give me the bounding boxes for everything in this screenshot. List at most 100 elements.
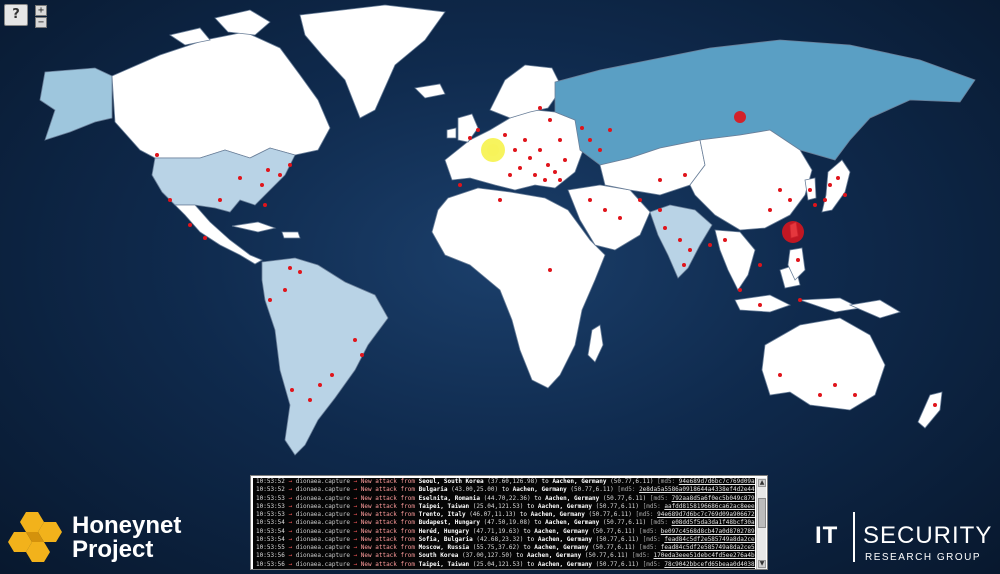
help-button[interactable]: ? [4,4,28,26]
log-from-coord: (25.04,121.53) [472,560,524,568]
log-time: 10:53:54 [256,535,285,543]
log-to-coord: (50.77,6.11) [584,552,629,560]
log-line: 10:53:56 → dionaea.capture → New attack … [253,552,755,560]
alaska [39,67,113,141]
honeynet-logo: Honeynet Project [8,510,181,566]
log-from: Sofia, Bulgaria [418,535,473,543]
log-label: New attack from [360,486,415,494]
log-line: 10:53:54 → dionaea.capture → New attack … [253,536,755,544]
log-hash[interactable]: 792aa8d5a6f0ec5b049c879 [672,495,755,502]
log-from-coord: (37.00,127.50) [461,552,513,560]
log-time: 10:53:56 [256,552,285,560]
log-label: New attack from [360,527,415,535]
log-hash[interactable]: 78c9042bbcefd65beaa0d4038e [664,561,755,568]
log-source: dionaea.capture [295,486,350,494]
honeynet-title-line2: Project [72,536,154,563]
source-marker-novosibirsk [734,111,746,123]
log-to-coord: (50.77,6.11) [595,560,640,568]
log-from: Eselnita, Romania [418,494,481,502]
log-hash[interactable]: 94e689d7d6bc7c769d09a9066721 [657,511,755,518]
log-to-coord: (50.77,6.11) [602,519,647,527]
log-source: dionaea.capture [295,552,350,560]
log-label: New attack from [360,560,415,568]
log-hash[interactable]: aafdd8158196686ca62ac8eee [664,503,754,510]
log-source: dionaea.capture [295,494,350,502]
australia [761,317,886,411]
zoom-out-button[interactable]: − [35,17,47,28]
new-zealand [917,391,943,429]
log-md5-label: [md5: [642,560,661,568]
log-to-word: to [519,511,528,518]
log-label: New attack from [360,519,415,527]
log-hash[interactable]: 170eda3eee51debc4fd5ee276a4b98 [654,552,755,559]
log-from: Seoul, South Korea [418,478,484,485]
log-to-coord: (50.77,6.11) [610,478,654,485]
scroll-up-icon[interactable]: ▲ [758,479,766,487]
log-to: Aachen, Germany [552,478,607,485]
log-hash[interactable]: 94e689d7d6bc7c769d09a9 [679,478,755,485]
log-label: New attack from [360,552,415,560]
log-md5-label: [md5: [617,486,636,494]
log-to-coord: (50.77,6.11) [595,502,640,510]
log-hash[interactable]: fead84c5df2e585749a8da2ce5 [661,544,755,551]
log-time: 10:53:53 [256,502,285,510]
log-md5-label: [md5: [657,478,676,485]
log-from-coord: (37.60,126.98) [487,478,538,485]
log-from-coord: (44.70,22.36) [483,494,531,502]
honeycomb-icon [8,512,62,562]
log-to: Aachen, Germany [534,527,589,535]
target-marker-core [487,144,499,156]
iceland [414,83,446,99]
log-label: New attack from [360,494,415,502]
log-source: dionaea.capture [295,544,350,551]
log-to: Aachen, Germany [512,486,567,494]
log-line: 10:53:55 → dionaea.capture → New attack … [256,544,755,551]
log-hash[interactable]: e08dd5f5da3da1f48bcf30a [672,519,755,526]
uk-ireland [446,113,479,143]
log-label: New attack from [360,478,415,485]
log-from: Trento, Italy [418,511,466,518]
scroll-thumb[interactable] [758,498,766,528]
log-line: 10:53:53 → dionaea.capture → New attack … [256,502,755,510]
log-to: Aachen, Germany [537,560,593,568]
log-time: 10:53:55 [256,544,285,551]
log-hash[interactable]: fead84c5df2e585749a8da2ce5 [664,536,755,543]
log-hash[interactable]: 2e8da5a5586a0918644a4338ef4d2e44 [639,486,755,493]
log-label: New attack from [360,544,415,551]
log-line: 10:53:52 → dionaea.capture → New attack … [253,478,755,486]
canada [111,31,331,159]
log-md5-label: [md5: [642,535,661,543]
logo-it-text: IT [815,522,839,549]
log-source: dionaea.capture [295,502,350,510]
log-from: Taipei, Taiwan [418,502,470,510]
papua [848,299,901,319]
log-from-coord: (42.68,23.32) [476,535,524,543]
log-line: 10:53:52 → dionaea.capture → New attack … [256,486,755,494]
log-from-coord: (43.00,25.00) [451,486,499,494]
log-md5-label: [md5: [649,519,668,527]
log-source: dionaea.capture [295,527,350,535]
attack-log-panel[interactable]: 10:53:52 → dionaea.capture → New attack … [250,475,768,570]
log-time: 10:53:52 [256,478,285,485]
log-md5-label: [md5: [635,511,654,518]
logo-divider [853,512,855,562]
log-from-coord: (47.50,19.08) [483,519,531,527]
zoom-in-button[interactable]: + [35,5,47,16]
log-source: dionaea.capture [295,535,350,543]
log-scrollbar[interactable]: ▲ ▼ [756,478,766,569]
caribbean [231,221,301,239]
log-to: Aachen, Germany [530,511,585,518]
log-to-word: to [541,478,549,485]
log-label: New attack from [360,535,415,543]
log-hash[interactable]: be097c4568d8cb47a0d87027892 [661,528,755,535]
log-source: dionaea.capture [295,560,350,568]
log-to-coord: (50.77,6.11) [602,494,647,502]
honeynet-title: Honeynet Project [72,514,181,562]
log-to: Aachen, Germany [537,502,593,510]
log-to: Aachen, Germany [545,519,600,527]
madagascar [587,324,604,363]
log-time: 10:53:53 [256,494,285,502]
scroll-down-icon[interactable]: ▼ [758,560,766,568]
log-from: Taipei, Taiwan [418,560,470,568]
log-to-word: to [523,544,531,551]
